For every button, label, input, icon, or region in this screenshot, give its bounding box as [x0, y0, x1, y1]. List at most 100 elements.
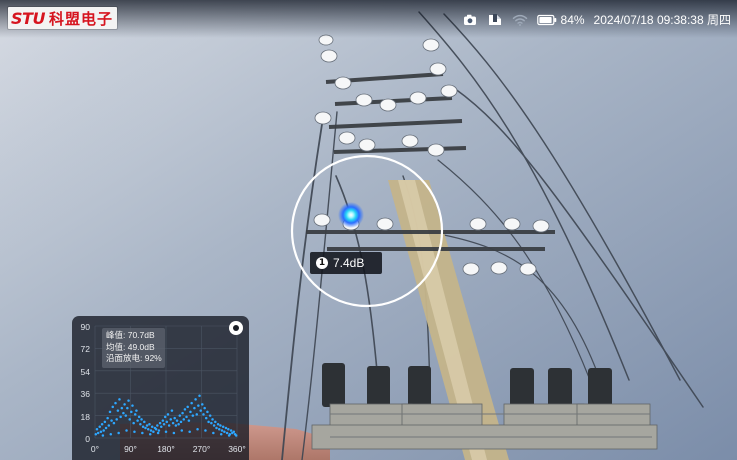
camera-icon[interactable] [462, 12, 478, 28]
scatter-point [158, 421, 162, 425]
scatter-point [216, 423, 220, 426]
scatter-point [187, 419, 191, 422]
scatter-point [145, 424, 149, 427]
scatter-point [133, 430, 136, 434]
logo-text: 科盟电子 [48, 9, 113, 28]
battery-percent: 84% [560, 12, 585, 27]
scatter-point [182, 418, 185, 421]
scatter-point [173, 416, 176, 420]
scatter-point [124, 414, 128, 417]
brand-logo: STU 科盟电子 [8, 7, 117, 29]
x-tick-label: 270° [192, 444, 211, 454]
scatter-point [149, 429, 153, 432]
scatter-point [221, 425, 225, 429]
record-button[interactable] [229, 321, 243, 335]
scatter-point [204, 429, 207, 432]
scatter-point [220, 429, 224, 432]
scatter-point [94, 433, 98, 436]
scatter-point [215, 426, 218, 430]
scatter-point [199, 409, 202, 412]
discharge-type-value: 沿面放电: 92% [106, 353, 162, 363]
scatter-point [190, 401, 193, 405]
scatter-point [128, 418, 131, 421]
scatter-point [219, 424, 222, 427]
scatter-point [147, 428, 150, 431]
scatter-point [104, 426, 108, 430]
scatter-point [186, 405, 189, 409]
scatter-point [212, 431, 215, 435]
scatter-point [156, 424, 159, 427]
scatter-point [166, 413, 170, 416]
media-folder-icon[interactable] [487, 12, 503, 28]
scatter-point [115, 418, 118, 421]
scatter-point [229, 429, 233, 432]
scatter-point [117, 431, 120, 435]
scatter-point [120, 406, 124, 410]
scatter-point [106, 416, 109, 420]
scatter-point [224, 426, 228, 430]
scatter-point [157, 429, 161, 432]
y-tick-label: 54 [80, 367, 90, 377]
scatter-point [167, 424, 171, 427]
y-tick-label: 18 [80, 412, 90, 422]
scatter-point [207, 420, 210, 424]
scatter-point [196, 428, 199, 431]
scatter-point [125, 429, 128, 432]
scatter-point [201, 403, 204, 406]
scatter-point [150, 425, 154, 429]
scatter-point [95, 428, 99, 431]
scatter-point [169, 418, 172, 421]
scatter-point [140, 418, 143, 421]
status-bar: 84% 2024/07/18 09:38:38 周四 [462, 11, 731, 28]
scatter-point [175, 419, 179, 422]
scatter-point [195, 413, 199, 416]
scatter-point [101, 434, 105, 437]
scatter-point [193, 406, 196, 410]
scatter-point [183, 408, 187, 411]
scatter-point [210, 421, 213, 425]
scatter-point [99, 430, 103, 434]
scatter-point [154, 428, 158, 431]
scatter-point [133, 413, 137, 416]
scatter-point [122, 411, 125, 415]
x-tick-label: 0° [90, 444, 100, 454]
scatter-point [211, 418, 214, 421]
x-tick-label: 90° [124, 444, 137, 454]
scatter-point [177, 423, 180, 426]
scatter-point [198, 394, 201, 397]
scatter-point [223, 430, 226, 434]
scatter-point [98, 425, 101, 429]
scatter-point [185, 415, 188, 419]
scatter-point [141, 425, 145, 429]
scatter-point [189, 410, 192, 414]
scatter-point [116, 409, 120, 412]
scatter-point [111, 405, 114, 409]
scatter-point [214, 420, 217, 424]
scatter-point [144, 426, 147, 430]
scatter-point [191, 414, 195, 417]
scatter-point [136, 419, 139, 422]
scatter-point [225, 431, 229, 435]
record-dot-icon [233, 325, 239, 331]
scatter-point [171, 421, 175, 425]
logo-mark: STU [11, 8, 45, 28]
scatter-point [164, 430, 168, 434]
scatter-point [96, 431, 100, 435]
scatter-point [170, 409, 174, 412]
scatter-point [179, 420, 183, 424]
scatter-point [100, 423, 104, 426]
prpd-graph-panel: 90 72 54 36 18 0 0° 90° 180° 270° 360° 峰… [72, 316, 249, 460]
scatter-point [180, 429, 184, 432]
peak-value: 峰值: 70.7dB [106, 330, 155, 340]
scatter-point [137, 415, 141, 419]
scatter-point [204, 416, 208, 420]
average-value: 均值: 49.0dB [106, 341, 155, 352]
scatter-point [156, 431, 160, 435]
scatter-point [234, 434, 238, 437]
scatter-point [130, 410, 133, 414]
scatter-point [232, 430, 236, 434]
scatter-point [141, 431, 144, 435]
scatter-point [131, 404, 134, 407]
y-tick-label: 72 [80, 344, 90, 354]
battery-status: 84% [536, 12, 585, 27]
